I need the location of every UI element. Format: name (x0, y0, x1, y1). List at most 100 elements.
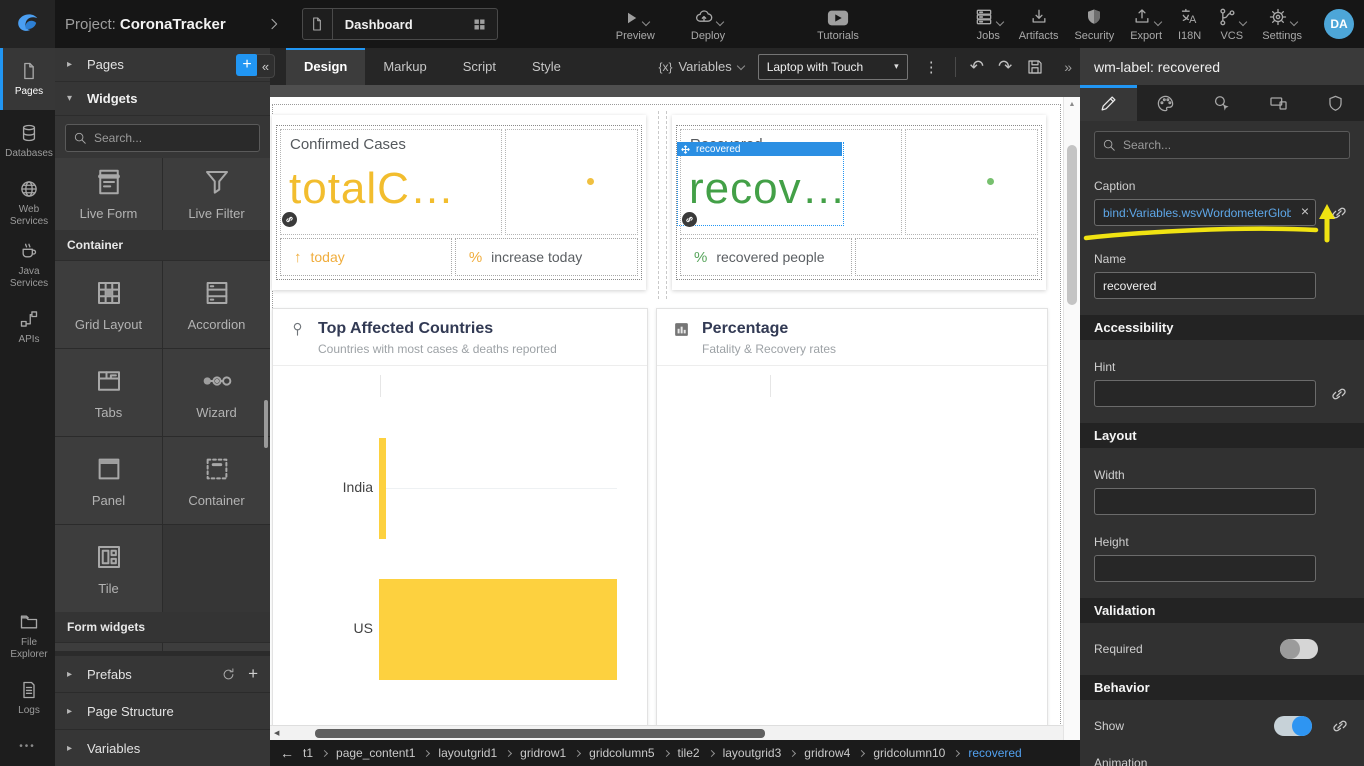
horizontal-scroll-handle[interactable] (315, 729, 765, 738)
widget-tile[interactable]: Tile (55, 525, 162, 612)
confirmed-cases-tile[interactable]: Confirmed Cases totalC… ↑ (272, 115, 646, 290)
recovered-empty-cell[interactable] (905, 129, 1038, 235)
bind-badge[interactable] (282, 212, 297, 227)
variables-dropdown[interactable]: {x} Variables (658, 59, 743, 74)
design-canvas[interactable]: Confirmed Cases totalC… ↑ (270, 97, 1063, 740)
kebab-menu[interactable]: ⋮ (922, 58, 941, 76)
chevron-down-icon[interactable] (715, 17, 723, 25)
jobs-button[interactable]: Jobs (974, 7, 1003, 42)
prefabs-section-header[interactable]: ▸ Prefabs + (55, 655, 270, 692)
export-button[interactable]: Export (1130, 7, 1162, 42)
wavemaker-logo[interactable] (0, 0, 55, 48)
height-input[interactable] (1094, 555, 1316, 582)
panel-scrollbar[interactable] (264, 400, 268, 448)
chevron-down-icon[interactable] (1289, 17, 1297, 25)
rail-item-pages[interactable]: Pages (0, 48, 55, 110)
bar-us[interactable] (379, 579, 617, 680)
horizontal-scrollbar[interactable]: ◀ (270, 725, 1063, 740)
breadcrumb-item[interactable]: gridcolumn10 (873, 746, 945, 760)
device-selector[interactable]: Laptop with Touch ▾ (758, 54, 908, 80)
confirmed-increase-cell[interactable]: % increase today (455, 238, 638, 276)
breadcrumb-item[interactable]: gridrow4 (804, 746, 850, 760)
top-affected-countries-panel[interactable]: Top Affected Countries Countries with mo… (272, 308, 648, 740)
refresh-icon[interactable] (221, 667, 236, 682)
breadcrumb-item[interactable]: page_content1 (336, 746, 415, 760)
tab-script[interactable]: Script (445, 48, 514, 85)
tab-styles[interactable] (1137, 85, 1194, 121)
property-search-input[interactable] (1094, 131, 1350, 159)
undo-button[interactable]: ↶ (970, 58, 984, 75)
recovered-people-cell[interactable]: % recovered people (680, 238, 852, 276)
preview-button[interactable]: Preview (616, 7, 655, 42)
breadcrumb-item[interactable]: t1 (303, 746, 313, 760)
redo-button[interactable]: ↷ (998, 58, 1012, 75)
name-input[interactable] (1094, 272, 1316, 299)
tab-devices[interactable] (1250, 85, 1307, 121)
breadcrumb-item[interactable]: gridcolumn5 (589, 746, 654, 760)
rail-item-apis[interactable]: APIs (0, 296, 55, 358)
breadcrumb-item[interactable]: layoutgrid1 (438, 746, 497, 760)
security-button[interactable]: Security (1074, 7, 1114, 42)
breadcrumb-item[interactable]: gridrow1 (520, 746, 566, 760)
breadcrumb-item[interactable]: tile2 (678, 746, 700, 760)
rail-item-web-services[interactable]: Web Services (0, 172, 55, 234)
rail-item-file-explorer[interactable]: File Explorer (0, 605, 55, 667)
tab-security[interactable] (1307, 85, 1364, 121)
bind-property-icon[interactable] (1329, 384, 1349, 404)
tab-markup[interactable]: Markup (365, 48, 444, 85)
tab-properties[interactable] (1080, 85, 1137, 121)
bind-property-icon[interactable] (1330, 716, 1350, 736)
recovered-tile[interactable]: Recovered recov… % (672, 115, 1046, 290)
widget-live-filter[interactable]: Live Filter (163, 158, 270, 230)
collapse-left-panel-button[interactable]: « (257, 54, 275, 78)
page-structure-section-header[interactable]: ▸ Page Structure (55, 692, 270, 729)
save-button[interactable] (1026, 58, 1044, 76)
hint-input[interactable] (1094, 380, 1316, 407)
widget-container[interactable]: Container (163, 437, 270, 524)
back-arrow-icon[interactable]: ← (280, 745, 294, 761)
vertical-scroll-handle[interactable] (1067, 145, 1077, 305)
deploy-button[interactable]: Deploy (691, 7, 725, 42)
breadcrumb-item[interactable]: layoutgrid3 (723, 746, 782, 760)
tab-style[interactable]: Style (514, 48, 579, 85)
widget-search-input[interactable] (65, 124, 260, 152)
rail-item-logs[interactable]: Logs (0, 667, 55, 729)
pages-section-header[interactable]: ▸ Pages + (55, 48, 270, 82)
confirmed-value-label[interactable]: totalC… (289, 164, 455, 214)
widget-panel[interactable]: Panel (55, 437, 162, 524)
vcs-button[interactable]: VCS (1217, 7, 1246, 42)
tutorials-button[interactable]: Tutorials (817, 7, 859, 42)
widget-grid-layout[interactable]: Grid Layout (55, 261, 162, 348)
tab-design[interactable]: Design (286, 48, 365, 85)
widget-accordion[interactable]: Accordion (163, 261, 270, 348)
artifacts-button[interactable]: Artifacts (1019, 7, 1059, 42)
bar-india[interactable] (379, 438, 386, 539)
widget-live-form[interactable]: Live Form (55, 158, 162, 230)
bind-badge[interactable] (682, 212, 697, 227)
vertical-scrollbar[interactable]: ▲ (1063, 97, 1080, 740)
pages-grid-button[interactable] (463, 17, 497, 32)
scroll-left-icon[interactable]: ◀ (274, 729, 279, 737)
i18n-button[interactable]: A I18N (1178, 7, 1201, 42)
variables-section-header[interactable]: ▸ Variables (55, 729, 270, 766)
more-icon[interactable]: ••• (0, 729, 55, 766)
page-tab-dashboard[interactable]: Dashboard (302, 8, 498, 40)
chevron-down-icon[interactable] (642, 17, 650, 25)
rail-item-java-services[interactable]: Java Services (0, 234, 55, 296)
chevron-down-icon[interactable] (995, 17, 1003, 25)
expand-inspector-button[interactable]: » (1064, 59, 1072, 75)
user-avatar[interactable]: DA (1324, 9, 1354, 39)
recovered-blank-cell[interactable] (855, 238, 1038, 276)
show-toggle[interactable] (1274, 716, 1312, 736)
scroll-up-icon[interactable]: ▲ (1064, 101, 1080, 108)
confirmed-today-cell[interactable]: ↑ today (280, 238, 452, 276)
tab-events[interactable] (1194, 85, 1251, 121)
clear-binding-icon[interactable]: × (1301, 203, 1309, 219)
settings-button[interactable]: Settings (1262, 7, 1302, 42)
add-page-button[interactable]: + (236, 54, 258, 76)
confirmed-label-cell[interactable]: Confirmed Cases totalC… (280, 129, 502, 235)
percentage-panel[interactable]: Percentage Fatality & Recovery rates (656, 308, 1048, 740)
widget-wizard[interactable]: Wizard (163, 349, 270, 436)
caption-input[interactable] (1094, 199, 1316, 226)
confirmed-empty-cell[interactable] (505, 129, 638, 235)
